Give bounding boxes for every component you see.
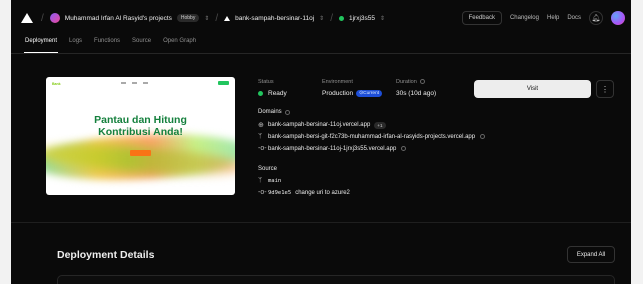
changelog-link[interactable]: Changelog	[510, 15, 539, 21]
separator-slash-icon: /	[330, 12, 333, 24]
preview-brand: Bank	[52, 82, 61, 86]
docs-link[interactable]: Docs	[567, 15, 581, 21]
git-branch-domain-link[interactable]: bank-sampah-bersi-git-f2c73b-muhammad-ir…	[268, 134, 475, 140]
feedback-button[interactable]: Feedback	[461, 11, 502, 25]
source-branch[interactable]: main	[268, 178, 281, 184]
commit-hash[interactable]: 9d9e1e5	[268, 190, 291, 196]
primary-domain-link[interactable]: bank-sampah-bersinar-11oj.vercel.app	[268, 122, 370, 128]
preview-nav-button	[218, 81, 229, 85]
deployment-details-card	[57, 275, 615, 284]
plan-badge: Hobby	[176, 14, 200, 22]
domain-row-deployment: -o- bank-sampah-bersinar-11oj-1jrxj3s55.…	[258, 145, 407, 152]
notifications-bell-icon[interactable]: 🔔︎	[589, 11, 603, 25]
project-name[interactable]: bank-sampah-bersinar-11oj	[235, 15, 314, 22]
deployment-details-title: Deployment Details	[57, 249, 155, 261]
commit-icon: -o-	[258, 189, 267, 196]
tab-logs[interactable]: Logs	[69, 36, 82, 53]
ready-status-dot-icon	[258, 91, 263, 96]
source-commit-row: -o- 9d9e1e5 change uri to azure2	[258, 189, 350, 196]
team-switcher-chevron-icon[interactable]: ⇕	[204, 15, 209, 22]
tab-divider	[11, 53, 631, 54]
user-avatar[interactable]	[611, 11, 625, 25]
source-label: Source	[258, 166, 278, 172]
separator-slash-icon: /	[41, 12, 44, 24]
status-value: Ready	[268, 90, 287, 97]
deployment-switcher-chevron-icon[interactable]: ⇕	[380, 15, 385, 22]
duration-value: 30s (10d ago)	[396, 90, 437, 97]
duration-block: Duration 30s (10d ago)	[396, 79, 436, 97]
git-branch-icon: ᛘ	[258, 177, 263, 184]
tab-bar: Deployment Logs Functions Source Open Gr…	[23, 36, 196, 53]
app-window: / Muhammad Irfan Al Rasyid's projects Ho…	[11, 0, 631, 284]
commit-icon: -o-	[258, 145, 267, 152]
section-divider	[11, 222, 631, 223]
duration-label: Duration	[396, 79, 417, 85]
domains-label: Domains	[258, 109, 282, 115]
team-name[interactable]: Muhammad Irfan Al Rasyid's projects	[65, 15, 172, 22]
status-label: Status	[258, 79, 274, 85]
current-badge: ⊙Current	[356, 90, 383, 97]
tab-deployment[interactable]: Deployment	[23, 36, 59, 53]
vercel-logo-icon[interactable]	[21, 13, 33, 23]
deployment-domain-info-icon[interactable]	[401, 146, 407, 151]
status-block: Status Ready	[258, 79, 287, 97]
help-link[interactable]: Help	[547, 15, 559, 21]
domain-count-badge[interactable]: +1	[374, 121, 386, 129]
duration-info-icon[interactable]	[419, 79, 425, 85]
tab-open-graph[interactable]: Open Graph	[163, 36, 196, 53]
deployment-preview-thumbnail[interactable]: Bank Pantau dan Hitung Kontribusi Anda!	[46, 77, 235, 195]
domains-info-icon[interactable]	[284, 109, 290, 115]
environment-value: Production	[322, 90, 354, 97]
preview-headline-line1: Pantau dan Hitung	[94, 114, 187, 126]
environment-label: Environment	[322, 79, 353, 85]
project-switcher-chevron-icon[interactable]: ⇕	[319, 15, 324, 22]
visit-button[interactable]: Visit	[474, 80, 591, 98]
more-options-icon[interactable]: ⋮	[596, 80, 614, 98]
preview-headline: Pantau dan Hitung Kontribusi Anda!	[46, 114, 235, 138]
deployment-status-dot-icon	[338, 15, 344, 21]
current-badge-text: Current	[363, 91, 380, 96]
globe-icon: ⊕	[258, 122, 264, 129]
preview-cta-button	[130, 150, 151, 156]
environment-block: Environment Production ⊙Current	[322, 79, 383, 97]
deployment-id[interactable]: 1jrxj3s55	[349, 15, 375, 22]
top-right-actions: Feedback Changelog Help Docs 🔔︎	[461, 11, 625, 25]
domain-row-git: ᛘ bank-sampah-bersi-git-f2c73b-muhammad-…	[258, 133, 486, 140]
git-branch-icon: ᛘ	[258, 133, 263, 140]
expand-all-button[interactable]: Expand All	[567, 246, 615, 263]
duration-label-row: Duration	[396, 79, 436, 85]
preview-headline-line2: Kontribusi Anda!	[98, 126, 183, 138]
preview-nav	[121, 82, 148, 84]
git-domain-info-icon[interactable]	[480, 134, 486, 139]
team-avatar	[49, 13, 60, 23]
project-icon	[224, 15, 231, 21]
separator-slash-icon: /	[215, 12, 219, 24]
source-branch-row: ᛘ main	[258, 177, 281, 184]
tab-source[interactable]: Source	[132, 36, 151, 53]
domains-label-row: Domains	[258, 109, 290, 115]
domain-row-primary: ⊕ bank-sampah-bersinar-11oj.vercel.app +…	[258, 121, 386, 129]
tab-functions[interactable]: Functions	[94, 36, 120, 53]
commit-message[interactable]: change uri to azure2	[295, 190, 350, 196]
deployment-domain-link[interactable]: bank-sampah-bersinar-11oj-1jrxj3s55.verc…	[268, 146, 396, 152]
